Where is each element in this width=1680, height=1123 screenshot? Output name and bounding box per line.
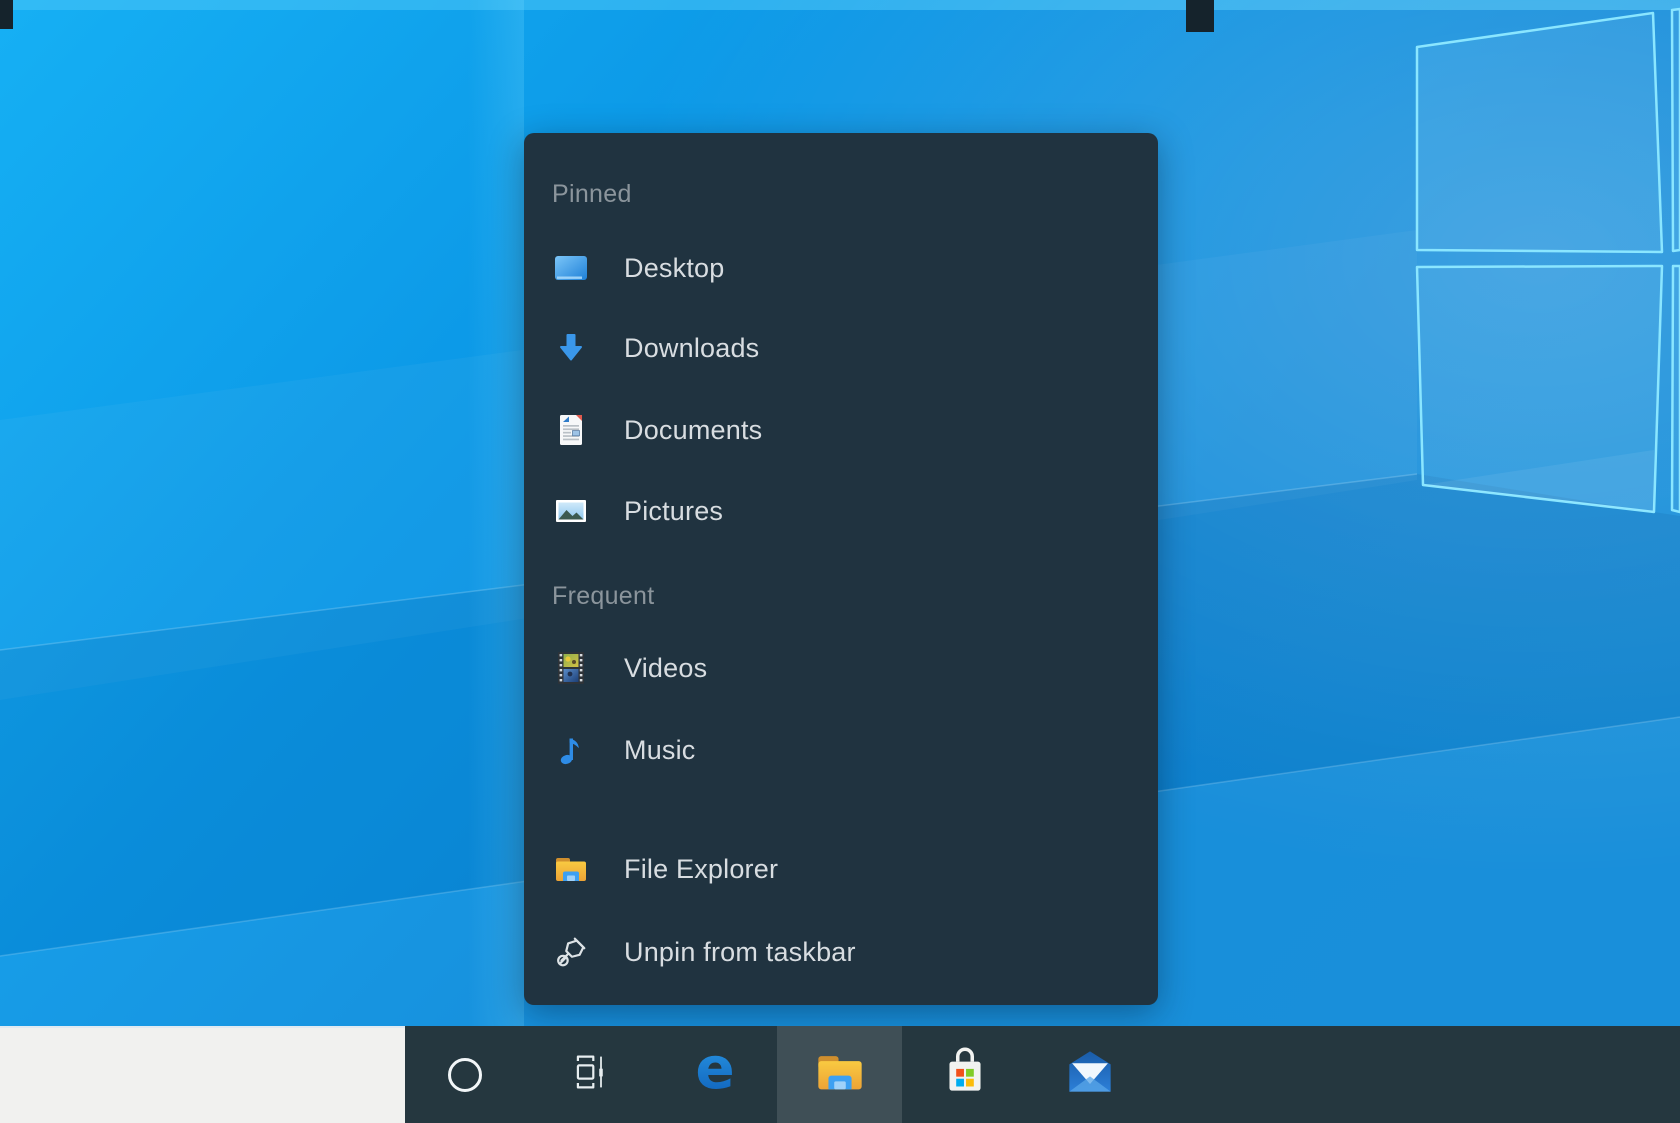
jumplist-item-label: Desktop [624,240,724,296]
downloads-icon [552,329,590,367]
jumplist-item-label: Documents [624,402,762,458]
edge-button[interactable]: e [652,1026,777,1123]
file-explorer-button[interactable] [777,1026,902,1123]
videos-icon [552,649,590,687]
screen-artifact [0,0,13,29]
desktop: Pinned Desktop Downloads [0,0,1680,1123]
jumplist-section-header: Pinned [552,179,632,209]
jumplist-action-label: File Explorer [624,841,778,897]
store-button[interactable] [902,1026,1027,1123]
unpin-icon [552,933,590,971]
taskbar-search-box[interactable] [0,1026,405,1123]
jumplist-action-label: Unpin from taskbar [624,924,856,980]
jumplist-item-desktop[interactable]: Desktop [524,240,1158,296]
jumplist-item-pictures[interactable]: Pictures [524,483,1158,539]
microsoft-store-icon [940,1043,990,1106]
task-view-button[interactable] [527,1026,652,1123]
jumplist-action-unpin[interactable]: Unpin from taskbar [524,924,1158,980]
task-view-icon [568,1050,612,1099]
jumplist-section-header: Frequent [552,581,654,611]
file-explorer-icon [814,1046,866,1103]
jumplist-item-downloads[interactable]: Downloads [524,320,1158,376]
desktop-icon [552,249,590,287]
edge-icon: e [687,1042,743,1107]
svg-text:e: e [695,1042,734,1102]
jumplist-item-label: Pictures [624,483,723,539]
jumplist-item-videos[interactable]: Videos [524,640,1158,696]
file-explorer-icon [552,850,590,888]
jumplist-item-label: Videos [624,640,707,696]
cortana-button[interactable] [402,1026,527,1123]
jumplist-item-music[interactable]: Music [524,722,1158,778]
jumplist-item-documents[interactable]: Documents [524,402,1158,458]
taskbar: e [0,1026,1680,1123]
jumplist-item-label: Music [624,722,696,778]
documents-icon [552,411,590,449]
screen-artifact [1186,0,1214,32]
mail-button[interactable] [1027,1026,1152,1123]
mail-icon [1065,1048,1115,1101]
jumplist-item-label: Downloads [624,320,759,376]
music-icon [552,731,590,769]
file-explorer-jump-list: Pinned Desktop Downloads [524,133,1158,1005]
jumplist-action-file-explorer[interactable]: File Explorer [524,841,1158,897]
cortana-circle-icon [448,1058,482,1092]
pictures-icon [552,492,590,530]
